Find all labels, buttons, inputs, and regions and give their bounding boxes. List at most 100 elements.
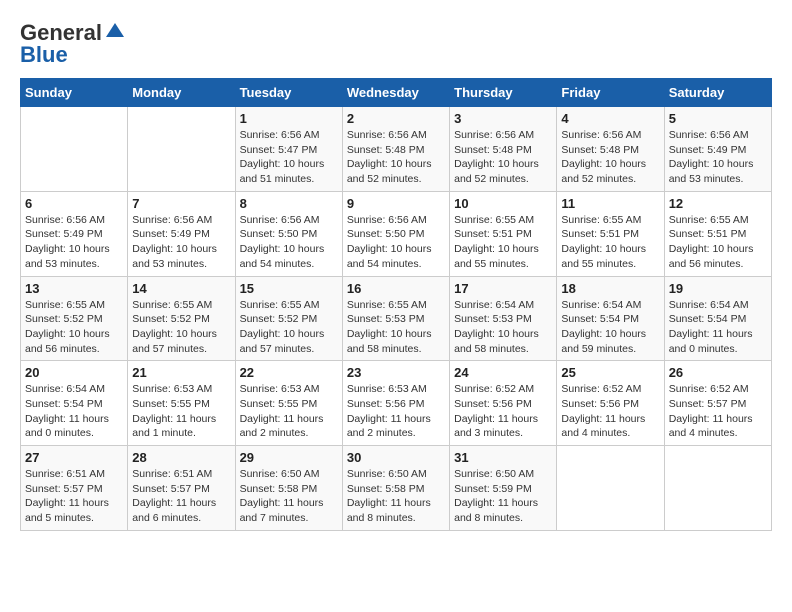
calendar-cell: 26Sunrise: 6:52 AM Sunset: 5:57 PM Dayli… [664,361,771,446]
calendar-cell: 8Sunrise: 6:56 AM Sunset: 5:50 PM Daylig… [235,191,342,276]
day-number: 12 [669,196,767,211]
day-info: Sunrise: 6:51 AM Sunset: 5:57 PM Dayligh… [25,467,123,526]
calendar-cell: 11 Sunrise: 6:55 AM Sunset: 5:51 PM Dayli… [557,191,664,276]
calendar-cell: 16 Sunrise: 6:55 AM Sunset: 5:53 PM Dayli… [342,276,449,361]
day-info: Sunrise: 6:53 AM Sunset: 5:55 PM Dayligh… [240,382,338,441]
calendar-cell: 27 Sunrise: 6:51 AM Sunset: 5:57 PM Dayli… [21,446,128,531]
day-number: 10 [454,196,552,211]
day-info: Sunrise: 6:56 AM Sunset: 5:50 PM Dayligh… [347,213,445,272]
day-info: Sunrise: 6:55 AM Sunset: 5:52 PM Dayligh… [240,298,338,357]
calendar-cell: 19 Sunrise: 6:54 AM Sunset: 5:54 PM Dayli… [664,276,771,361]
calendar-cell: 24 Sunrise: 6:52 AM Sunset: 5:56 PM Dayli… [450,361,557,446]
calendar-table: SundayMondayTuesdayWednesdayThursdayFrid… [20,78,772,531]
calendar-cell: 20 Sunrise: 6:54 AM Sunset: 5:54 PM Dayli… [21,361,128,446]
calendar-cell: 12Sunrise: 6:55 AM Sunset: 5:51 PM Dayli… [664,191,771,276]
day-number: 28 [132,450,230,465]
weekday-header-thursday: Thursday [450,79,557,107]
day-number: 2 [347,111,445,126]
day-info: Sunrise: 6:55 AM Sunset: 5:53 PM Dayligh… [347,298,445,357]
weekday-header-monday: Monday [128,79,235,107]
calendar-cell: 23 Sunrise: 6:53 AM Sunset: 5:56 PM Dayli… [342,361,449,446]
day-info: Sunrise: 6:53 AM Sunset: 5:56 PM Dayligh… [347,382,445,441]
calendar-cell: 10 Sunrise: 6:55 AM Sunset: 5:51 PM Dayli… [450,191,557,276]
calendar-cell: 30 Sunrise: 6:50 AM Sunset: 5:58 PM Dayli… [342,446,449,531]
day-number: 9 [347,196,445,211]
day-number: 30 [347,450,445,465]
calendar-cell [557,446,664,531]
day-number: 19 [669,281,767,296]
logo: General Blue [20,20,126,68]
day-info: Sunrise: 6:56 AM Sunset: 5:49 PM Dayligh… [132,213,230,272]
logo-bird-icon [104,19,126,41]
calendar-cell: 25 Sunrise: 6:52 AM Sunset: 5:56 PM Dayli… [557,361,664,446]
day-info: Sunrise: 6:54 AM Sunset: 5:54 PM Dayligh… [669,298,767,357]
day-number: 25 [561,365,659,380]
calendar-cell [128,107,235,192]
day-number: 27 [25,450,123,465]
weekday-header-row: SundayMondayTuesdayWednesdayThursdayFrid… [21,79,772,107]
calendar-cell: 13Sunrise: 6:55 AM Sunset: 5:52 PM Dayli… [21,276,128,361]
day-info: Sunrise: 6:55 AM Sunset: 5:51 PM Dayligh… [561,213,659,272]
day-number: 7 [132,196,230,211]
calendar-cell: 28 Sunrise: 6:51 AM Sunset: 5:57 PM Dayli… [128,446,235,531]
day-info: Sunrise: 6:51 AM Sunset: 5:57 PM Dayligh… [132,467,230,526]
page-header: General Blue [20,20,772,68]
weekday-header-tuesday: Tuesday [235,79,342,107]
day-number: 18 [561,281,659,296]
day-info: Sunrise: 6:50 AM Sunset: 5:58 PM Dayligh… [240,467,338,526]
day-info: Sunrise: 6:54 AM Sunset: 5:54 PM Dayligh… [561,298,659,357]
calendar-cell: 1 Sunrise: 6:56 AM Sunset: 5:47 PM Daylig… [235,107,342,192]
day-info: Sunrise: 6:50 AM Sunset: 5:58 PM Dayligh… [347,467,445,526]
day-info: Sunrise: 6:56 AM Sunset: 5:50 PM Dayligh… [240,213,338,272]
day-number: 23 [347,365,445,380]
day-info: Sunrise: 6:54 AM Sunset: 5:53 PM Dayligh… [454,298,552,357]
day-number: 15 [240,281,338,296]
calendar-cell: 18 Sunrise: 6:54 AM Sunset: 5:54 PM Dayli… [557,276,664,361]
day-number: 26 [669,365,767,380]
day-number: 1 [240,111,338,126]
day-number: 11 [561,196,659,211]
day-info: Sunrise: 6:56 AM Sunset: 5:48 PM Dayligh… [454,128,552,187]
day-number: 5 [669,111,767,126]
day-info: Sunrise: 6:56 AM Sunset: 5:49 PM Dayligh… [25,213,123,272]
calendar-cell [21,107,128,192]
calendar-cell: 21Sunrise: 6:53 AM Sunset: 5:55 PM Dayli… [128,361,235,446]
calendar-week-row: 20 Sunrise: 6:54 AM Sunset: 5:54 PM Dayli… [21,361,772,446]
calendar-week-row: 1 Sunrise: 6:56 AM Sunset: 5:47 PM Daylig… [21,107,772,192]
weekday-header-saturday: Saturday [664,79,771,107]
calendar-cell: 2 Sunrise: 6:56 AM Sunset: 5:48 PM Daylig… [342,107,449,192]
calendar-week-row: 13 Sunrise: 6:55 AM Sunset: 5:52 PM Dayli… [21,276,772,361]
day-number: 17 [454,281,552,296]
day-number: 6 [25,196,123,211]
calendar-cell: 15 Sunrise: 6:55 AM Sunset: 5:52 PM Dayli… [235,276,342,361]
day-info: Sunrise: 6:52 AM Sunset: 5:56 PM Dayligh… [454,382,552,441]
day-number: 3 [454,111,552,126]
weekday-header-friday: Friday [557,79,664,107]
day-info: Sunrise: 6:52 AM Sunset: 5:56 PM Dayligh… [561,382,659,441]
day-number: 22 [240,365,338,380]
weekday-header-sunday: Sunday [21,79,128,107]
day-number: 14 [132,281,230,296]
weekday-header-wednesday: Wednesday [342,79,449,107]
calendar-cell: 7 Sunrise: 6:56 AM Sunset: 5:49 PM Daylig… [128,191,235,276]
day-info: Sunrise: 6:55 AM Sunset: 5:51 PM Dayligh… [454,213,552,272]
calendar-week-row: 27 Sunrise: 6:51 AM Sunset: 5:57 PM Dayli… [21,446,772,531]
day-number: 24 [454,365,552,380]
calendar-cell: 22 Sunrise: 6:53 AM Sunset: 5:55 PM Dayli… [235,361,342,446]
day-info: Sunrise: 6:50 AM Sunset: 5:59 PM Dayligh… [454,467,552,526]
calendar-cell: 3 Sunrise: 6:56 AM Sunset: 5:48 PM Daylig… [450,107,557,192]
calendar-cell: 5 Sunrise: 6:56 AM Sunset: 5:49 PM Daylig… [664,107,771,192]
calendar-cell: 4Sunrise: 6:56 AM Sunset: 5:48 PM Daylig… [557,107,664,192]
day-number: 20 [25,365,123,380]
day-number: 16 [347,281,445,296]
calendar-cell: 9 Sunrise: 6:56 AM Sunset: 5:50 PM Daylig… [342,191,449,276]
day-info: Sunrise: 6:56 AM Sunset: 5:48 PM Dayligh… [347,128,445,187]
day-number: 21 [132,365,230,380]
calendar-week-row: 6 Sunrise: 6:56 AM Sunset: 5:49 PM Daylig… [21,191,772,276]
day-number: 13 [25,281,123,296]
calendar-cell: 31Sunrise: 6:50 AM Sunset: 5:59 PM Dayli… [450,446,557,531]
day-info: Sunrise: 6:55 AM Sunset: 5:52 PM Dayligh… [132,298,230,357]
day-info: Sunrise: 6:56 AM Sunset: 5:49 PM Dayligh… [669,128,767,187]
day-info: Sunrise: 6:56 AM Sunset: 5:47 PM Dayligh… [240,128,338,187]
day-info: Sunrise: 6:54 AM Sunset: 5:54 PM Dayligh… [25,382,123,441]
